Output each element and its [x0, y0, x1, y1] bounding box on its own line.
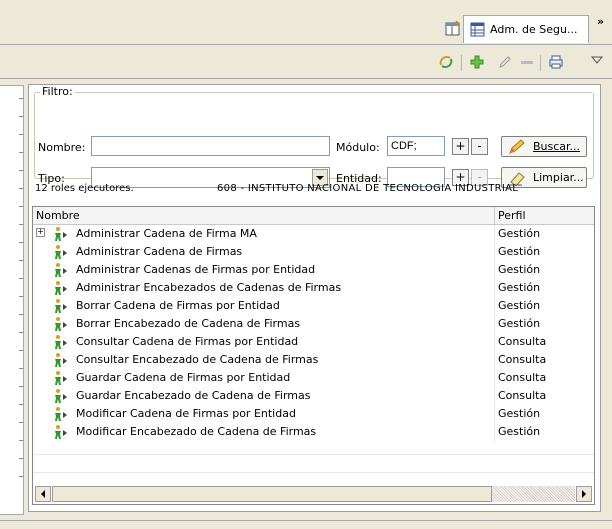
role-name: Administrar Cadenas de Firmas por Entida…	[76, 263, 316, 276]
table-header: Nombre Perfil	[33, 207, 594, 225]
limpiar-label: Limpiar...	[533, 171, 584, 184]
table-view-icon	[470, 22, 485, 37]
role-perfil: Gestión	[498, 299, 541, 312]
role-icon	[55, 317, 67, 331]
role-icon	[55, 263, 67, 277]
table-row[interactable]: + Administrar Cadena de Firma MA Gestión	[33, 225, 594, 243]
role-name: Guardar Encabezado de Cadena de Firmas	[76, 389, 311, 402]
tab-adm-seguridad[interactable]: Adm. de Segu...	[463, 15, 589, 43]
role-name: Administrar Cadena de Firmas	[76, 245, 243, 258]
roles-count: 12 roles ejecutores.	[35, 183, 134, 194]
role-icon	[55, 227, 67, 241]
open-perspective-icon[interactable]	[444, 20, 462, 38]
role-perfil: Gestión	[498, 407, 541, 420]
scroll-thumb[interactable]	[52, 486, 492, 502]
role-name: Modificar Cadena de Firmas por Entidad	[76, 407, 296, 420]
role-icon	[55, 353, 67, 367]
role-name: Consultar Encabezado de Cadena de Firmas	[76, 353, 319, 366]
filter-legend: Filtro:	[40, 85, 75, 98]
scroll-left-icon[interactable]	[35, 486, 51, 502]
role-name: Modificar Encabezado de Cadena de Firmas	[76, 425, 317, 438]
left-side-panel	[0, 85, 24, 515]
nombre-label: Nombre:	[38, 141, 86, 154]
print-icon[interactable]	[548, 54, 564, 70]
expand-icon[interactable]: +	[36, 228, 45, 237]
role-perfil: Consulta	[498, 353, 547, 366]
role-perfil: Consulta	[498, 371, 547, 384]
role-icon	[55, 335, 67, 349]
table-row[interactable]: Administrar Cadenas de Firmas por Entida…	[33, 261, 594, 279]
role-icon	[55, 371, 67, 385]
role-icon	[55, 389, 67, 403]
roles-table: Nombre Perfil + Administrar Cadena de Fir…	[32, 206, 595, 505]
role-icon	[55, 281, 67, 295]
toolbar-divider	[0, 78, 612, 79]
role-name: Borrar Cadena de Firmas por Entidad	[76, 299, 280, 312]
buscar-label: Buscar...	[533, 140, 581, 153]
table-row[interactable]: Borrar Cadena de Firmas por Entidad Gesti…	[33, 297, 594, 315]
table-row[interactable]: Guardar Cadena de Firmas por Entidad Cons…	[33, 369, 594, 387]
search-pencil-icon	[509, 139, 525, 154]
table-row[interactable]: Modificar Cadena de Firmas por Entidad Ge…	[33, 405, 594, 423]
role-perfil: Gestión	[498, 227, 541, 240]
remove-icon[interactable]	[519, 54, 535, 70]
toolbar-separator	[540, 55, 541, 71]
tab-label: Adm. de Segu...	[490, 23, 578, 36]
table-row[interactable]: Guardar Encabezado de Cadena de Firmas Co…	[33, 387, 594, 405]
modulo-input[interactable]	[387, 136, 445, 156]
modulo-remove-button[interactable]: -	[471, 138, 488, 155]
edit-icon[interactable]	[497, 54, 513, 70]
column-header-perfil[interactable]: Perfil	[498, 209, 526, 222]
horizontal-scrollbar[interactable]	[35, 486, 592, 502]
table-row[interactable]: Consultar Encabezado de Cadena de Firmas…	[33, 351, 594, 369]
role-perfil: Consulta	[498, 389, 547, 402]
role-name: Administrar Cadena de Firma MA	[76, 227, 257, 240]
role-icon	[55, 299, 67, 313]
role-perfil: Gestión	[498, 425, 541, 438]
add-icon[interactable]	[469, 54, 485, 70]
role-icon	[55, 425, 67, 439]
modulo-label: Módulo:	[336, 141, 380, 154]
institution-label: 608 - INSTITUTO NACIONAL DE TECNOLOGIA I…	[217, 183, 519, 194]
role-name: Borrar Encabezado de Cadena de Firmas	[76, 317, 301, 330]
toolbar-separator	[461, 55, 462, 71]
table-row[interactable]: Borrar Encabezado de Cadena de Firmas Ges…	[33, 315, 594, 333]
role-perfil: Gestión	[498, 263, 541, 276]
role-icon	[55, 407, 67, 421]
modulo-add-button[interactable]: +	[452, 138, 469, 155]
role-name: Guardar Cadena de Firmas por Entidad	[76, 371, 291, 384]
table-row[interactable]: Consultar Cadena de Firmas por Entidad Co…	[33, 333, 594, 351]
more-views-icon[interactable]: »	[597, 15, 604, 28]
table-row[interactable]: Administrar Cadena de Firmas Gestión	[33, 243, 594, 261]
role-perfil: Gestión	[498, 245, 541, 258]
view-menu-icon[interactable]	[591, 55, 603, 65]
role-perfil: Gestión	[498, 281, 541, 294]
role-perfil: Gestión	[498, 317, 541, 330]
buscar-button[interactable]: Buscar...	[501, 136, 587, 157]
role-name: Consultar Cadena de Firmas por Entidad	[76, 335, 299, 348]
role-name: Administrar Encabezados de Cadenas de Fi…	[76, 281, 342, 294]
column-header-nombre[interactable]: Nombre	[36, 209, 80, 222]
nombre-input[interactable]	[91, 136, 330, 156]
bottom-border	[0, 520, 612, 521]
table-row[interactable]: Administrar Encabezados de Cadenas de Fi…	[33, 279, 594, 297]
table-row[interactable]: Modificar Encabezado de Cadena de Firmas…	[33, 423, 594, 441]
refresh-icon[interactable]	[437, 53, 455, 71]
scroll-right-icon[interactable]	[576, 486, 592, 502]
role-perfil: Consulta	[498, 335, 547, 348]
role-icon	[55, 245, 67, 259]
